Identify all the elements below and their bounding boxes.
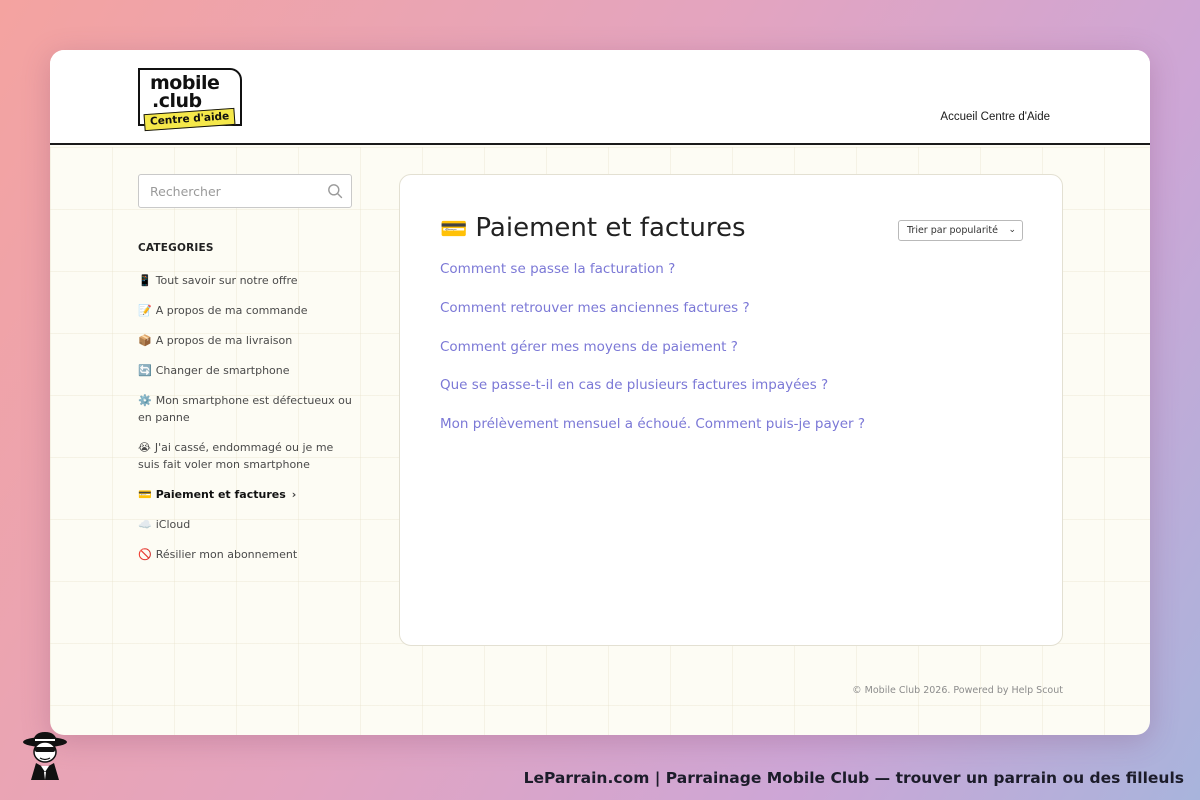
- category-label: A propos de ma livraison: [155, 334, 293, 347]
- sidebar-category-item[interactable]: 🔄 Changer de smartphone: [138, 362, 356, 379]
- page-title-text: Paiement et factures: [475, 213, 746, 243]
- site-logo[interactable]: mobile .club Centre d'aide: [138, 68, 242, 132]
- sidebar-category-item[interactable]: 💳 Paiement et factures ›: [138, 486, 356, 503]
- site-header: mobile .club Centre d'aide Accueil Centr…: [50, 50, 1150, 145]
- category-emoji-icon: 🚫: [138, 548, 152, 561]
- category-panel: 💳 Paiement et factures Trier par populari…: [399, 174, 1063, 646]
- sidebar-category-item[interactable]: 📦 A propos de ma livraison: [138, 332, 356, 349]
- category-label: Mon smartphone est défectueux ou en pann…: [138, 394, 352, 424]
- article-link[interactable]: Comment se passe la facturation ?: [440, 261, 865, 300]
- category-label: J'ai cassé, endommagé ou je me suis fait…: [138, 441, 334, 471]
- category-emoji-icon: 😭: [138, 441, 151, 454]
- mascot-logo-icon: [23, 732, 67, 780]
- category-emoji-icon: 📱: [138, 274, 152, 287]
- search-box: [138, 174, 352, 208]
- category-emoji-icon: 🔄: [138, 364, 152, 377]
- article-list: Comment se passe la facturation ? Comment…: [440, 261, 865, 455]
- sidebar-category-item[interactable]: 📝 A propos de ma commande: [138, 302, 356, 319]
- category-label: Tout savoir sur notre offre: [155, 274, 298, 287]
- help-center-home-link[interactable]: Accueil Centre d'Aide: [940, 111, 1050, 123]
- sidebar-category-item[interactable]: 🚫 Résilier mon abonnement: [138, 546, 356, 563]
- category-emoji-icon: ⚙️: [138, 394, 152, 407]
- chevron-down-icon: ⌄: [1008, 225, 1016, 235]
- category-emoji-icon: 📦: [138, 334, 152, 347]
- category-emoji-icon: ☁️: [138, 518, 152, 531]
- category-label: A propos de ma commande: [155, 304, 308, 317]
- sidebar-category-item[interactable]: ☁️ iCloud: [138, 516, 356, 533]
- category-label: iCloud: [155, 518, 191, 531]
- search-input[interactable]: [139, 175, 319, 207]
- page-title: 💳 Paiement et factures: [440, 213, 746, 243]
- footer-banner: LeParrain.com | Parrainage Mobile Club —…: [523, 769, 1184, 787]
- article-link[interactable]: Comment gérer mes moyens de paiement ?: [440, 339, 865, 378]
- categories-heading: CATEGORIES: [138, 242, 214, 254]
- chevron-right-icon: ›: [291, 488, 297, 501]
- article-link[interactable]: Comment retrouver mes anciennes factures…: [440, 300, 865, 339]
- category-label: Paiement et factures: [155, 488, 286, 501]
- article-link[interactable]: Mon prélèvement mensuel a échoué. Commen…: [440, 416, 865, 455]
- sidebar-category-item[interactable]: ⚙️ Mon smartphone est défectueux ou en pa…: [138, 392, 356, 426]
- browser-window: mobile .club Centre d'aide Accueil Centr…: [50, 50, 1150, 735]
- category-label: Changer de smartphone: [155, 364, 290, 377]
- search-icon[interactable]: [327, 183, 343, 199]
- category-label: Résilier mon abonnement: [155, 548, 298, 561]
- sidebar-category-item[interactable]: 😭 J'ai cassé, endommagé ou je me suis fai…: [138, 439, 356, 473]
- sort-select-value: Trier par popularité: [907, 225, 998, 236]
- logo-text-line2: .club: [152, 90, 202, 112]
- credit-card-icon: 💳: [440, 217, 468, 242]
- article-link[interactable]: Que se passe-t-il en cas de plusieurs fa…: [440, 377, 865, 416]
- sidebar-category-item[interactable]: 📱 Tout savoir sur notre offre: [138, 272, 356, 289]
- footer-copyright: © Mobile Club 2026. Powered by Help Scou…: [852, 685, 1063, 696]
- sort-select[interactable]: Trier par popularité ⌄: [898, 220, 1023, 241]
- category-emoji-icon: 📝: [138, 304, 152, 317]
- category-emoji-icon: 💳: [138, 488, 152, 501]
